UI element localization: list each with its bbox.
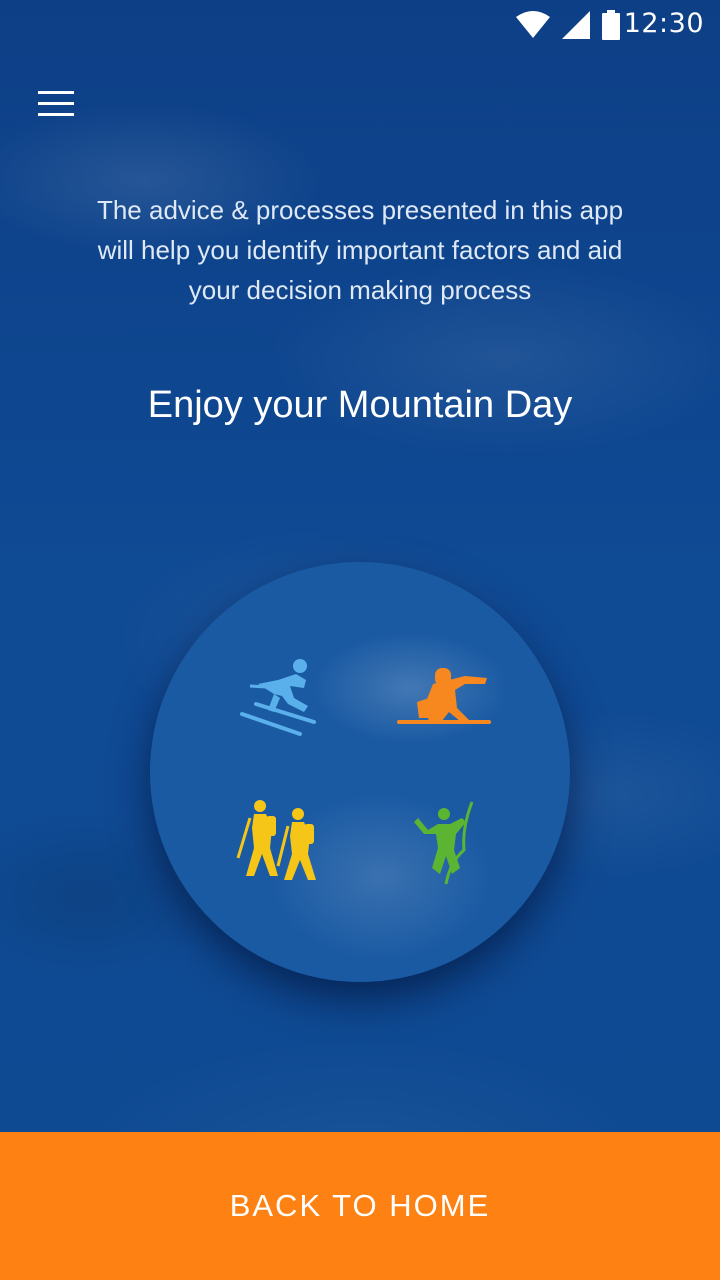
activity-circle <box>150 562 570 982</box>
headline: Enjoy your Mountain Day <box>147 384 573 426</box>
battery-icon <box>602 10 620 40</box>
app-screen: 12:30 The advice & processes presented i… <box>0 0 720 1280</box>
hamburger-menu-icon[interactable] <box>38 91 74 117</box>
climber-icon[interactable] <box>400 798 500 888</box>
intro-text: The advice & processes presented in this… <box>96 195 624 305</box>
hikers-icon[interactable] <box>232 798 332 888</box>
signal-icon <box>562 11 590 39</box>
status-time: 12:30 <box>623 8 704 39</box>
skier-icon[interactable] <box>238 654 338 744</box>
status-icons <box>516 10 620 40</box>
wifi-icon <box>516 11 550 38</box>
back-to-home-button[interactable]: BACK TO HOME <box>0 1132 720 1280</box>
status-bar: 12:30 <box>0 0 720 48</box>
snowboarder-icon[interactable] <box>395 662 495 752</box>
